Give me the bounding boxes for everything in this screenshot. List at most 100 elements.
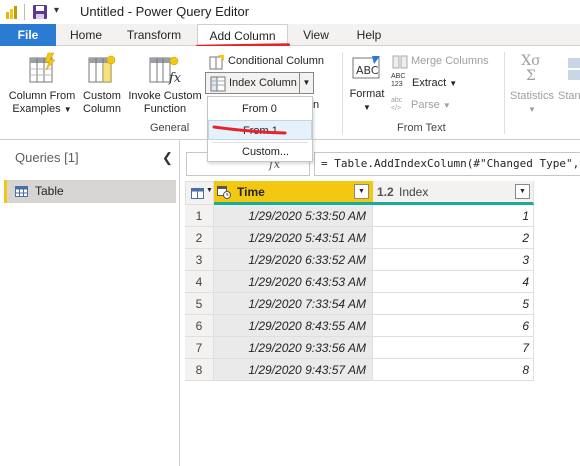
table-row: 8 1/29/2020 9:43:57 AM 8 [185, 359, 534, 381]
queries-pane: Queries [1] ❮ Table [0, 140, 180, 466]
title-bar: ▾ Untitled - Power Query Editor [0, 0, 580, 24]
tab-help[interactable]: Help [346, 24, 392, 46]
duplicate-column-button-partial[interactable]: n [313, 96, 319, 114]
index-cell[interactable]: 3 [373, 249, 534, 271]
merge-columns-button[interactable]: Merge Columns [411, 52, 489, 70]
standard-button[interactable]: Stan [558, 90, 580, 103]
invoke-custom-function-line2: Function [143, 103, 187, 115]
row-number[interactable]: 5 [185, 293, 214, 315]
formula-input[interactable]: = Table.AddIndexColumn(#"Changed Type", … [314, 152, 580, 176]
table-row: 5 1/29/2020 7:33:54 AM 5 [185, 293, 534, 315]
index-cell[interactable]: 4 [373, 271, 534, 293]
tab-view[interactable]: View [292, 24, 340, 46]
column-header-time-label: Time [237, 185, 265, 199]
row-number[interactable]: 7 [185, 337, 214, 359]
menu-item-custom[interactable]: Custom... [208, 142, 312, 162]
menu-item-from-0[interactable]: From 0 [208, 99, 312, 119]
index-cell[interactable]: 6 [373, 315, 534, 337]
extract-icon: ABC 123 [391, 73, 406, 88]
parse-button[interactable]: Parse ▼ [411, 96, 451, 114]
custom-column-line1: Custom [83, 90, 121, 102]
index-column-icon [210, 76, 226, 92]
table-row: 4 1/29/2020 6:43:53 AM 4 [185, 271, 534, 293]
extract-button[interactable]: Extract ▼ [412, 74, 457, 92]
format-icon: ABC [352, 56, 380, 79]
column-header-index-label: Index [399, 185, 429, 199]
column-from-examples-button[interactable]: Column From Examples ▼ [4, 90, 80, 116]
decimal-icon[interactable]: 1.2 [377, 185, 394, 199]
row-number[interactable]: 2 [185, 227, 214, 249]
datetime-icon[interactable] [217, 185, 231, 199]
custom-column-button[interactable]: Custom Column [80, 90, 124, 116]
table-row: 1 1/29/2020 5:33:50 AM 1 [185, 205, 534, 227]
index-cell[interactable]: 5 [373, 293, 534, 315]
parse-icon: abc </> [391, 97, 403, 112]
column-from-examples-line2: Examples [12, 103, 61, 115]
table-icon [15, 186, 28, 197]
column-header-index[interactable]: 1.2 Index ▼ [373, 181, 534, 205]
chevron-down-icon: ▼ [528, 105, 536, 114]
table-menu-button[interactable]: ▼ [185, 181, 214, 205]
index-column-button[interactable]: Index Column ▼ [205, 72, 314, 94]
query-item-label: Table [35, 184, 64, 198]
parse-label: Parse [411, 99, 440, 111]
format-button[interactable]: Format ▼ [346, 88, 388, 114]
row-number[interactable]: 3 [185, 249, 214, 271]
time-cell[interactable]: 1/29/2020 8:43:55 AM [214, 315, 373, 337]
row-number[interactable]: 8 [185, 359, 214, 381]
invoke-custom-function-line1: Invoke Custom [128, 90, 202, 102]
table-icon [191, 188, 204, 199]
time-cell[interactable]: 1/29/2020 6:43:53 AM [214, 271, 373, 293]
column-header-time[interactable]: Time ▼ [214, 181, 373, 205]
conditional-column-button[interactable]: Conditional Column [228, 52, 324, 70]
table-row: 7 1/29/2020 9:33:56 AM 7 [185, 337, 534, 359]
custom-column-icon [88, 55, 116, 83]
index-column-label: Index Column [229, 77, 297, 89]
tab-file[interactable]: File [0, 24, 56, 46]
table-row: 6 1/29/2020 8:43:55 AM 6 [185, 315, 534, 337]
time-cell[interactable]: 1/29/2020 5:43:51 AM [214, 227, 373, 249]
time-cell[interactable]: 1/29/2020 9:33:56 AM [214, 337, 373, 359]
table-row: 2 1/29/2020 5:43:51 AM 2 [185, 227, 534, 249]
filter-dropdown-icon[interactable]: ▼ [354, 184, 369, 199]
column-from-examples-line1: Column From [8, 90, 76, 102]
extract-label: Extract [412, 77, 447, 89]
statistics-icon: Xσ Σ [521, 53, 541, 84]
time-cell[interactable]: 1/29/2020 9:43:57 AM [214, 359, 373, 381]
ribbon-tabs: File Home Transform Add Column View Help [0, 24, 580, 47]
table-row: 3 1/29/2020 6:33:52 AM 3 [185, 249, 534, 271]
filter-dropdown-icon[interactable]: ▼ [515, 184, 530, 199]
row-number[interactable]: 4 [185, 271, 214, 293]
save-icon[interactable] [32, 4, 48, 20]
query-item-table[interactable]: Table [4, 180, 176, 203]
conditional-column-icon [209, 55, 224, 70]
time-cell[interactable]: 1/29/2020 6:33:52 AM [214, 249, 373, 271]
queries-header: Queries [1] [15, 150, 79, 165]
row-number[interactable]: 1 [185, 205, 214, 227]
annotation-underline-from-1 [212, 125, 287, 135]
quick-access-dropdown-icon[interactable]: ▾ [54, 5, 59, 16]
index-cell[interactable]: 8 [373, 359, 534, 381]
power-bi-logo-icon [6, 6, 17, 19]
row-number[interactable]: 6 [185, 315, 214, 337]
time-cell[interactable]: 1/29/2020 7:33:54 AM [214, 293, 373, 315]
tab-transform[interactable]: Transform [118, 24, 190, 46]
index-cell[interactable]: 1 [373, 205, 534, 227]
chevron-down-icon: ▼ [63, 105, 72, 114]
standard-icon [568, 58, 580, 80]
index-cell[interactable]: 7 [373, 337, 534, 359]
ribbon-separator [342, 52, 343, 134]
invoke-custom-function-button[interactable]: Invoke Custom Function [126, 90, 204, 116]
collapse-pane-icon[interactable]: ❮ [162, 150, 173, 166]
custom-column-line2: Column [83, 103, 121, 115]
group-label-general: General [150, 122, 190, 134]
index-cell[interactable]: 2 [373, 227, 534, 249]
title-separator [24, 4, 25, 20]
group-label-from-text: From Text [397, 122, 446, 134]
time-cell[interactable]: 1/29/2020 5:33:50 AM [214, 205, 373, 227]
tab-home[interactable]: Home [58, 24, 114, 46]
statistics-button[interactable]: Statistics ▼ [508, 90, 556, 116]
format-label: Format [349, 88, 385, 100]
index-column-dropdown-icon[interactable]: ▼ [299, 73, 313, 93]
window-title: Untitled - Power Query Editor [80, 4, 250, 19]
